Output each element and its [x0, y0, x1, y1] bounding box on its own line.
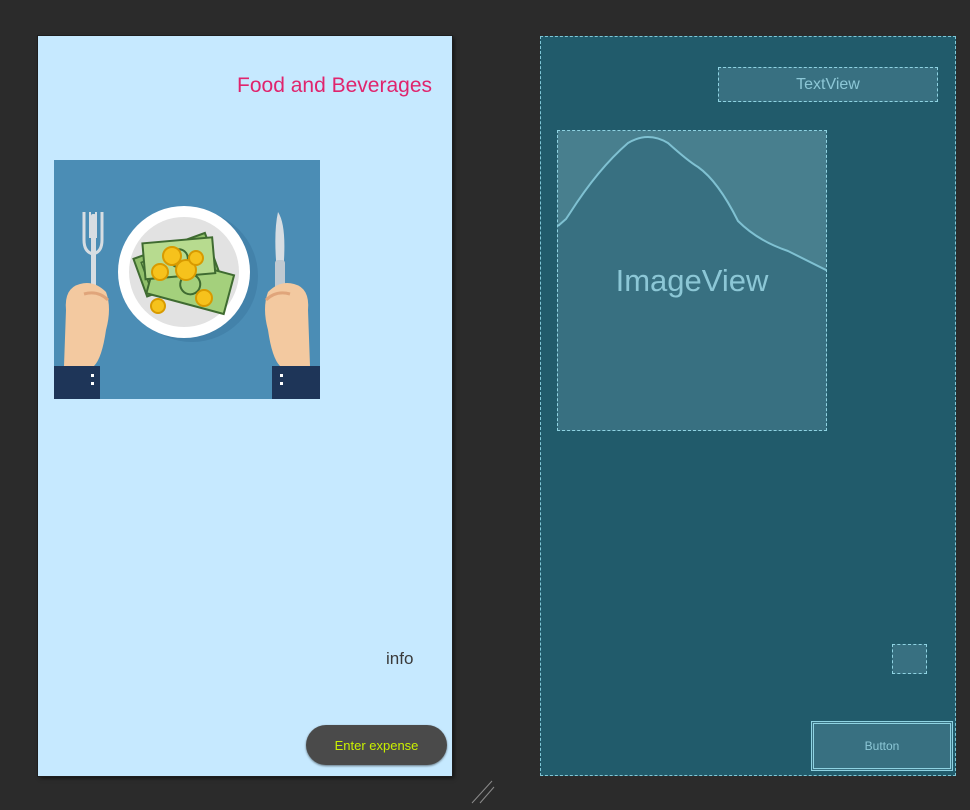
blueprint-info-textview[interactable]	[892, 644, 927, 674]
enter-expense-button[interactable]: Enter expense	[306, 725, 447, 765]
blueprint-textview[interactable]: TextView	[718, 67, 938, 102]
blueprint-imageview[interactable]: ImageView	[557, 130, 827, 431]
info-label[interactable]: info	[386, 649, 413, 669]
food-money-plate-illustration[interactable]	[54, 160, 320, 399]
layout-editor-canvas: Food and Beverages info Enter expense Te…	[0, 0, 970, 805]
page-title[interactable]: Food and Beverages	[237, 74, 432, 98]
design-preview: Food and Beverages info Enter expense	[38, 36, 452, 776]
resize-handle-icon[interactable]	[466, 777, 496, 810]
blueprint-view: TextView ImageView Button	[540, 36, 956, 776]
imageview-label: ImageView	[615, 262, 769, 298]
blueprint-button[interactable]: Button	[811, 721, 953, 771]
